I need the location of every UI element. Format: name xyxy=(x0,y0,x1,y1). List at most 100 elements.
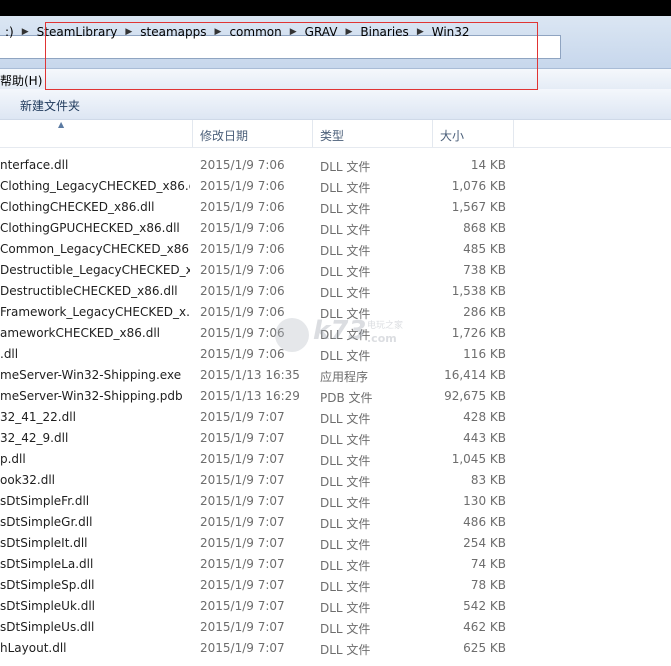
file-row[interactable]: ClothingGPUCHECKED_x86.dll 2015/1/9 7:06 D… xyxy=(0,218,671,239)
file-row[interactable]: DestructibleCHECKED_x86.dll 2015/1/9 7:06… xyxy=(0,281,671,302)
file-date: 2015/1/9 7:07 xyxy=(200,578,285,592)
file-name: hLayout.dll xyxy=(0,641,67,655)
file-name: Clothing_LegacyCHECKED_x86.dll xyxy=(0,179,190,193)
column-divider[interactable] xyxy=(513,120,514,147)
file-type: DLL 文件 xyxy=(320,223,371,237)
new-folder-button[interactable]: 新建文件夹 xyxy=(20,97,80,114)
file-date: 2015/1/9 7:07 xyxy=(200,410,285,424)
column-type[interactable]: 类型 xyxy=(320,127,344,144)
file-row[interactable]: Common_LegacyCHECKED_x86.... 2015/1/9 7:0… xyxy=(0,239,671,260)
highlight-box xyxy=(45,22,538,90)
menu-help[interactable]: 帮助(H) xyxy=(0,72,42,89)
chevron-right-icon[interactable]: ▶ xyxy=(19,27,32,37)
file-name: p.dll xyxy=(0,452,26,466)
column-size[interactable]: 大小 xyxy=(440,127,464,144)
file-row[interactable]: ook32.dll 2015/1/9 7:07 DLL 文件 83 KB xyxy=(0,470,671,491)
file-date: 2015/1/9 7:06 xyxy=(200,263,285,277)
file-size: 428 KB xyxy=(463,410,506,424)
file-name: ClothingCHECKED_x86.dll xyxy=(0,200,155,214)
file-size: 738 KB xyxy=(463,263,506,277)
file-date: 2015/1/9 7:06 xyxy=(200,242,285,256)
file-date: 2015/1/9 7:06 xyxy=(200,326,285,340)
file-row[interactable]: sDtSimpleLa.dll 2015/1/9 7:07 DLL 文件 74 KB xyxy=(0,554,671,575)
watermark-sub: 电玩之家 xyxy=(367,321,404,331)
file-type: DLL 文件 xyxy=(320,538,371,552)
column-divider[interactable] xyxy=(432,120,433,147)
file-size: 286 KB xyxy=(463,305,506,319)
file-type: DLL 文件 xyxy=(320,412,371,426)
file-date: 2015/1/9 7:07 xyxy=(200,431,285,445)
file-date: 2015/1/9 7:06 xyxy=(200,284,285,298)
file-row[interactable]: sDtSimpleUs.dll 2015/1/9 7:07 DLL 文件 462 KB xyxy=(0,617,671,638)
file-row[interactable]: Clothing_LegacyCHECKED_x86.dll 2015/1/9 7… xyxy=(0,176,671,197)
file-row[interactable]: sDtSimpleGr.dll 2015/1/9 7:07 DLL 文件 486 KB xyxy=(0,512,671,533)
file-date: 2015/1/9 7:06 xyxy=(200,347,285,361)
file-size: 485 KB xyxy=(463,242,506,256)
file-row[interactable]: sDtSimpleFr.dll 2015/1/9 7:07 DLL 文件 130 KB xyxy=(0,491,671,512)
watermark-brand: k73 xyxy=(313,316,367,346)
file-name: sDtSimpleFr.dll xyxy=(0,494,90,508)
file-name: sDtSimpleIt.dll xyxy=(0,536,88,550)
file-size: 83 KB xyxy=(470,473,506,487)
file-type: DLL 文件 xyxy=(320,496,371,510)
file-row[interactable]: nterface.dll 2015/1/9 7:06 DLL 文件 14 KB xyxy=(0,155,671,176)
file-type: DLL 文件 xyxy=(320,475,371,489)
file-name: sDtSimpleGr.dll xyxy=(0,515,93,529)
file-row[interactable]: sDtSimpleIt.dll 2015/1/9 7:07 DLL 文件 254 KB xyxy=(0,533,671,554)
file-row[interactable]: ClothingCHECKED_x86.dll 2015/1/9 7:06 DLL … xyxy=(0,197,671,218)
file-size: 92,675 KB xyxy=(444,389,506,403)
file-name: 32_42_9.dll xyxy=(0,431,69,445)
file-name: ameworkCHECKED_x86.dll xyxy=(0,326,160,340)
file-name: sDtSimpleLa.dll xyxy=(0,557,94,571)
file-name: 32_41_22.dll xyxy=(0,410,76,424)
file-date: 2015/1/9 7:07 xyxy=(200,494,285,508)
file-row[interactable]: 32_41_22.dll 2015/1/9 7:07 DLL 文件 428 KB xyxy=(0,407,671,428)
column-header: ▲ 修改日期 类型 大小 xyxy=(0,120,671,148)
file-type: DLL 文件 xyxy=(320,601,371,615)
file-size: 1,726 KB xyxy=(451,326,506,340)
watermark-domain: .com xyxy=(367,332,397,345)
file-row[interactable]: Destructible_LegacyCHECKED_x... 2015/1/9 … xyxy=(0,260,671,281)
file-row[interactable]: sDtSimpleSp.dll 2015/1/9 7:07 DLL 文件 78 KB xyxy=(0,575,671,596)
window-top-strip xyxy=(0,0,671,16)
toolbar: 新建文件夹 xyxy=(0,89,671,120)
file-row[interactable]: hLayout.dll 2015/1/9 7:07 DLL 文件 625 KB xyxy=(0,638,671,659)
file-size: 625 KB xyxy=(463,641,506,655)
file-name: Destructible_LegacyCHECKED_x... xyxy=(0,263,190,277)
file-name: ook32.dll xyxy=(0,473,56,487)
file-type: DLL 文件 xyxy=(320,181,371,195)
file-type: DLL 文件 xyxy=(320,286,371,300)
file-size: 542 KB xyxy=(463,599,506,613)
file-type: DLL 文件 xyxy=(320,433,371,447)
sort-arrow-icon: ▲ xyxy=(58,120,65,129)
file-row[interactable]: meServer-Win32-Shipping.exe 2015/1/13 16:… xyxy=(0,365,671,386)
watermark-logo: k73 电玩之家 .com xyxy=(275,312,420,352)
file-name: meServer-Win32-Shipping.exe xyxy=(0,368,182,382)
file-date: 2015/1/9 7:06 xyxy=(200,221,285,235)
file-size: 1,076 KB xyxy=(451,179,506,193)
file-date: 2015/1/9 7:07 xyxy=(200,641,285,655)
file-row[interactable]: 32_42_9.dll 2015/1/9 7:07 DLL 文件 443 KB xyxy=(0,428,671,449)
file-date: 2015/1/9 7:07 xyxy=(200,599,285,613)
breadcrumb-drive[interactable]: :) xyxy=(0,25,19,39)
file-type: 应用程序 xyxy=(320,370,369,384)
file-row[interactable]: p.dll 2015/1/9 7:07 DLL 文件 1,045 KB xyxy=(0,449,671,470)
file-row[interactable]: meServer-Win32-Shipping.pdb 2015/1/13 16:… xyxy=(0,386,671,407)
file-date: 2015/1/9 7:07 xyxy=(200,536,285,550)
file-size: 1,538 KB xyxy=(451,284,506,298)
column-date[interactable]: 修改日期 xyxy=(200,127,248,144)
file-name: nterface.dll xyxy=(0,158,69,172)
file-date: 2015/1/9 7:06 xyxy=(200,179,285,193)
file-date: 2015/1/13 16:29 xyxy=(200,389,300,403)
file-date: 2015/1/9 7:07 xyxy=(200,557,285,571)
column-divider[interactable] xyxy=(312,120,313,147)
file-type: DLL 文件 xyxy=(320,643,371,657)
file-date: 2015/1/9 7:07 xyxy=(200,473,285,487)
column-divider[interactable] xyxy=(192,120,193,147)
file-size: 16,414 KB xyxy=(444,368,506,382)
file-row[interactable]: sDtSimpleUk.dll 2015/1/9 7:07 DLL 文件 542 KB xyxy=(0,596,671,617)
file-name: Common_LegacyCHECKED_x86.... xyxy=(0,242,190,256)
file-size: 462 KB xyxy=(463,620,506,634)
file-size: 78 KB xyxy=(470,578,506,592)
file-type: DLL 文件 xyxy=(320,454,371,468)
